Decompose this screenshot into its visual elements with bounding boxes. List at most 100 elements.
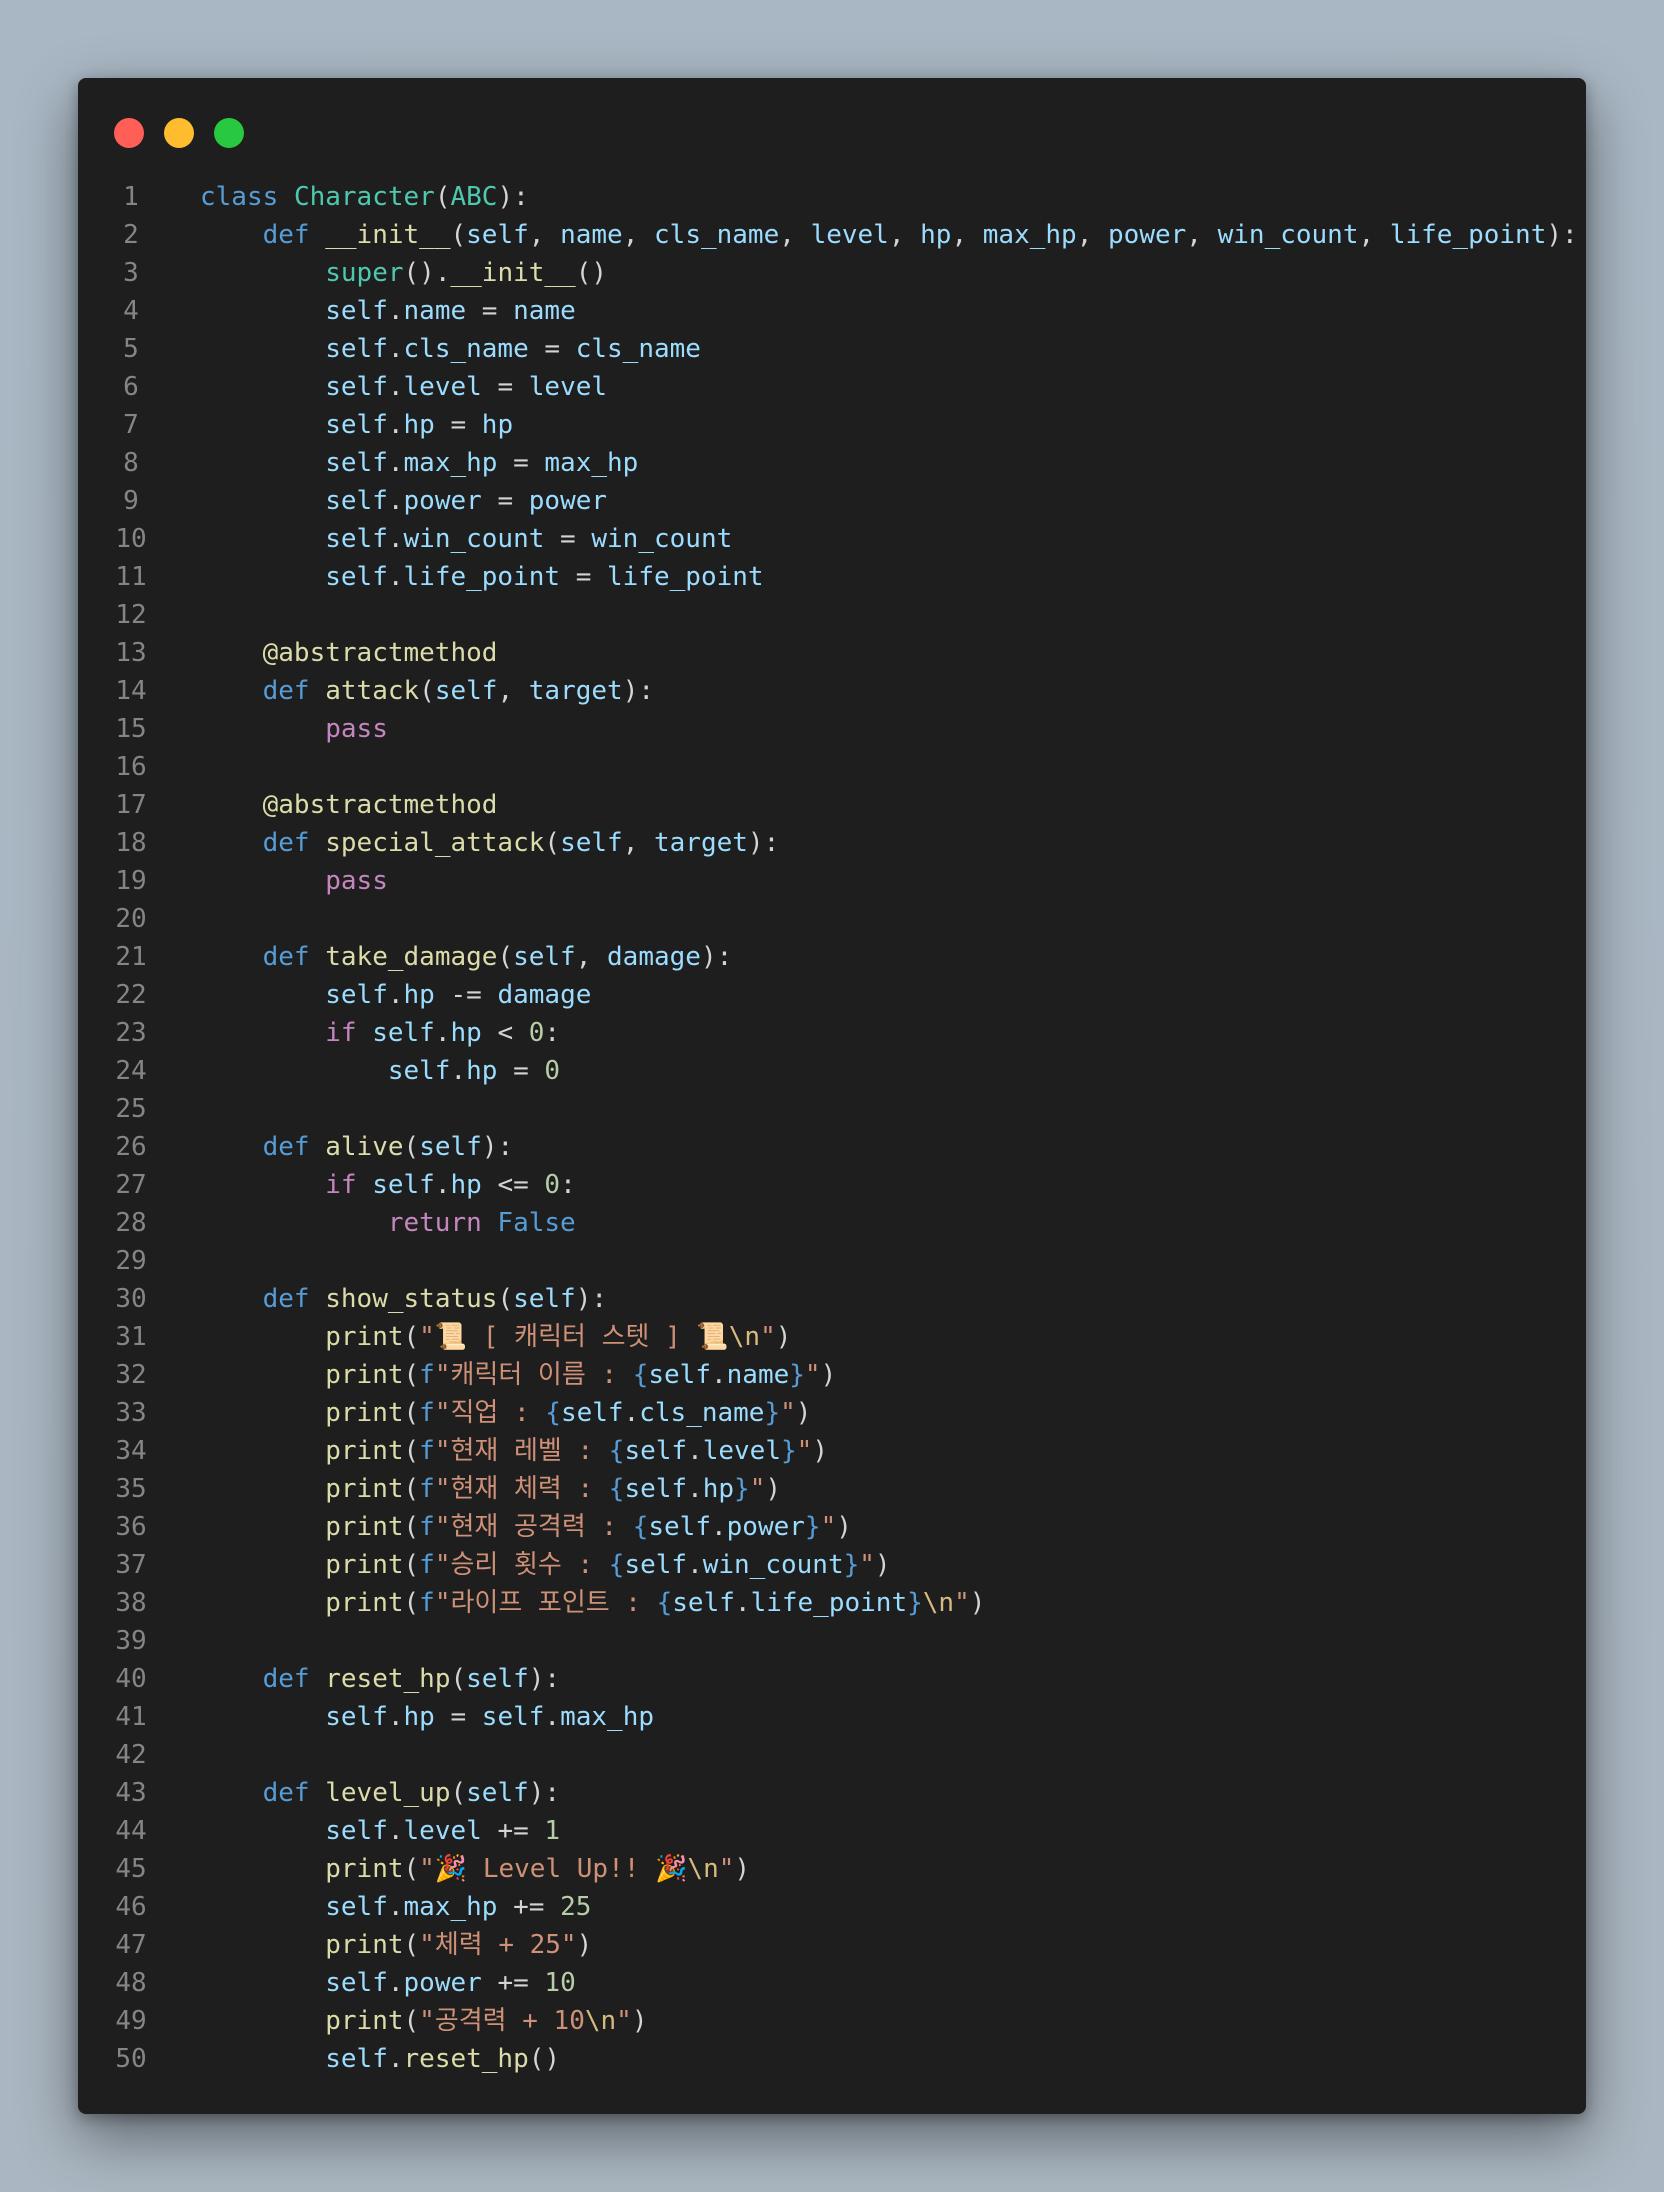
code-token: cls_name: [575, 334, 701, 364]
code-token: print: [325, 2006, 404, 2036]
code-token: "캐릭터 이름 :: [434, 1360, 633, 1390]
code-token: .: [687, 1474, 703, 1504]
code-token: ,: [622, 220, 655, 250]
code-token: self: [419, 1132, 482, 1162]
code-token: .: [687, 1550, 703, 1580]
line-number: 4: [123, 296, 139, 326]
line-source: print("공격력 + 10\n"): [164, 2002, 1586, 2040]
code-token: def: [262, 676, 310, 706]
code-token: (): [528, 2044, 561, 2074]
code-token: \n: [687, 1854, 719, 1884]
line-source: def show_status(self):: [164, 1280, 1586, 1318]
code-line: 27 if self.hp <= 0:: [78, 1166, 1586, 1204]
code-token: target: [654, 828, 748, 858]
line-number: 8: [123, 448, 139, 478]
code-token: -=: [434, 980, 498, 1010]
code-token: +=: [497, 1892, 561, 1922]
minimize-button[interactable]: [164, 118, 194, 148]
code-token: .: [387, 448, 404, 478]
code-token: hp: [481, 410, 514, 440]
code-token: 25: [560, 1892, 592, 1922]
line-source: self.max_hp = max_hp: [164, 444, 1586, 482]
code-line: 9 self.power = power: [78, 482, 1586, 520]
line-source: self.power = power: [164, 482, 1586, 520]
code-token: reset_hp: [325, 1664, 451, 1694]
code-token: power: [726, 1512, 805, 1542]
code-token: power: [403, 1968, 482, 1998]
code-token: ):: [528, 1778, 561, 1808]
maximize-button[interactable]: [214, 118, 244, 148]
code-line: 46 self.max_hp += 25: [78, 1888, 1586, 1926]
code-token: {: [632, 1512, 649, 1542]
code-token: .: [387, 1702, 404, 1732]
code-token: "체력 + 25": [419, 1930, 577, 1960]
code-line: 24 self.hp = 0: [78, 1052, 1586, 1090]
line-number: 49: [115, 2006, 147, 2036]
code-token: ): [812, 1436, 828, 1466]
code-token: Character: [293, 182, 435, 212]
code-token: self: [513, 942, 576, 972]
code-token: self: [624, 1474, 688, 1504]
code-token: def: [262, 828, 310, 858]
code-token: hp: [403, 1702, 435, 1732]
code-token: \n: [584, 2006, 617, 2036]
code-token: False: [497, 1208, 576, 1238]
code-token: target: [528, 676, 623, 706]
code-token: self: [325, 372, 388, 402]
code-line: 32 print(f"캐릭터 이름 : {self.name}"): [78, 1356, 1586, 1394]
code-line: 48 self.power += 10: [78, 1964, 1586, 2002]
line-number: 24: [115, 1056, 147, 1086]
code-token: power: [528, 486, 608, 516]
code-token: special_attack: [325, 828, 545, 858]
code-token: pass: [325, 714, 388, 744]
code-line: 49 print("공격력 + 10\n"): [78, 2002, 1586, 2040]
code-token: show_status: [325, 1284, 498, 1314]
line-source: @abstractmethod: [164, 634, 1586, 672]
code-line: 26 def alive(self):: [78, 1128, 1586, 1166]
code-token: @abstractmethod: [262, 638, 498, 668]
code-token: self: [560, 1398, 624, 1428]
line-number: 36: [115, 1512, 147, 1542]
line-source: [164, 1090, 1586, 1128]
line-number: 48: [115, 1968, 147, 1998]
line-number: 22: [115, 980, 147, 1010]
code-token: "현재 체력 :: [434, 1474, 609, 1504]
line-source: print("🎉 Level Up!! 🎉\n"): [164, 1850, 1586, 1888]
code-token: print: [325, 1550, 404, 1580]
code-token: (: [403, 1322, 420, 1352]
code-token: :: [544, 1018, 561, 1048]
code-line: 40 def reset_hp(self):: [78, 1660, 1586, 1698]
code-editor[interactable]: 1 class Character(ABC): 2 def __init__(sel…: [78, 178, 1586, 2078]
close-button[interactable]: [114, 118, 144, 148]
code-token: (: [434, 182, 451, 212]
code-line: 16: [78, 748, 1586, 786]
line-source: @abstractmethod: [164, 786, 1586, 824]
code-token: ,: [528, 220, 561, 250]
code-token: self: [466, 1664, 529, 1694]
code-token: attack: [325, 676, 420, 706]
code-token: hp: [450, 1018, 482, 1048]
line-source: [164, 1622, 1586, 1660]
line-number: 41: [115, 1702, 147, 1732]
line-source: def reset_hp(self):: [164, 1660, 1586, 1698]
line-number: 3: [123, 258, 139, 288]
line-number: 37: [115, 1550, 147, 1580]
code-token: cls_name: [639, 1398, 765, 1428]
code-token: win_count: [1217, 220, 1359, 250]
code-token: ):: [1546, 220, 1578, 250]
line-number: 27: [115, 1170, 147, 1200]
code-token: ": [820, 1512, 837, 1542]
line-source: if self.hp <= 0:: [164, 1166, 1586, 1204]
